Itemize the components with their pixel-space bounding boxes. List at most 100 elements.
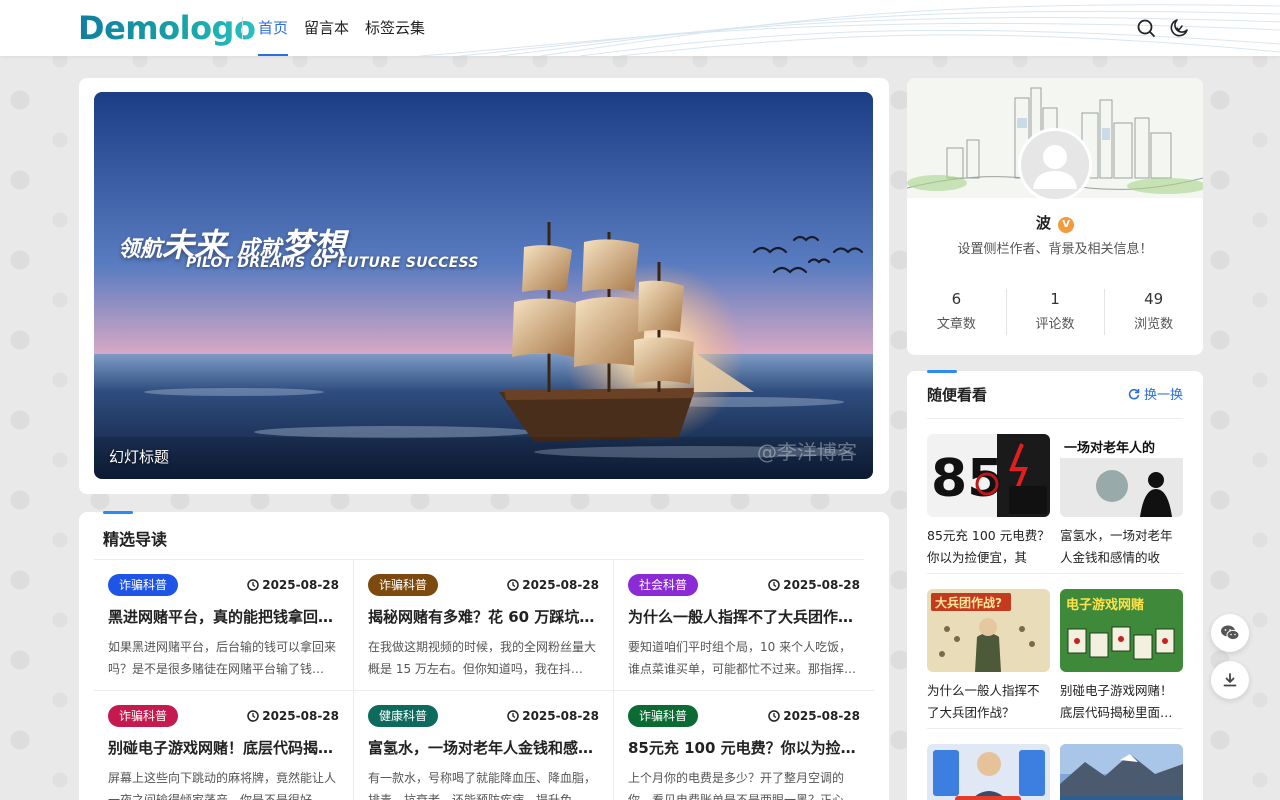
category-badge[interactable]: 诈骗科普 — [368, 574, 439, 596]
post-title[interactable]: 为什么一般人指挥不了大兵团作战？ — [927, 680, 1050, 724]
main-nav: 首页 留言本 标签云集 — [258, 0, 425, 56]
clock-icon — [507, 710, 519, 722]
category-badge[interactable]: 诈骗科普 — [108, 705, 179, 727]
section-accent — [927, 370, 957, 373]
category-badge[interactable]: 社会科普 — [628, 574, 699, 596]
thumbnail-image — [1060, 744, 1183, 800]
post-title[interactable]: 富氢水，一场对老年人金钱和感情… — [368, 737, 599, 758]
refresh-label: 换一换 — [1143, 388, 1183, 403]
post-title[interactable]: 揭秘网赌有多难？花 60 万踩坑… — [368, 606, 599, 627]
slider-card: 领航未来 成就梦想 PILOT DREAMS OF FUTURE SUCCESS… — [79, 78, 889, 494]
post-thumbnail[interactable] — [1060, 744, 1183, 800]
post-date: 2025-08-28 — [507, 709, 599, 723]
stat-label: 浏览数 — [1134, 317, 1174, 332]
section-title: 精选导读 — [103, 530, 168, 549]
thumbnail-image: 揭秘 — [927, 744, 1050, 800]
featured-item[interactable]: 社会科普 2025-08-28 为什么一般人指挥不了大兵团作战？ 要知道咱们平时… — [614, 560, 874, 691]
user-icon — [1021, 131, 1089, 199]
avatar[interactable] — [1018, 128, 1092, 202]
stat-value: 6 — [951, 290, 962, 308]
featured-item[interactable]: 诈骗科普 2025-08-28 黑进网赌平台，真的能把钱拿回来吗？ 如果黑进网赌… — [94, 560, 354, 691]
random-post[interactable]: 一场对老年人的 富氢水，一场对老年人金钱和感情的收割… — [1060, 434, 1183, 569]
post-title[interactable]: 85元充 100 元电费？你以为捡便宜… — [628, 737, 860, 758]
nav-tag-cloud[interactable]: 标签云集 — [365, 0, 425, 56]
refresh-button[interactable]: 换一换 — [1128, 384, 1183, 403]
slider[interactable]: 领航未来 成就梦想 PILOT DREAMS OF FUTURE SUCCESS… — [94, 92, 873, 479]
random-post[interactable] — [1060, 744, 1183, 800]
section-title: 随便看看 — [927, 386, 988, 404]
featured-item[interactable]: 诈骗科普 2025-08-28 揭秘网赌有多难？花 60 万踩坑… 在我做这期视… — [354, 560, 614, 691]
category-badge[interactable]: 诈骗科普 — [108, 574, 179, 596]
post-thumbnail[interactable]: 一场对老年人的 — [1060, 434, 1183, 517]
category-badge[interactable]: 健康科普 — [368, 705, 439, 727]
divider — [927, 418, 1183, 419]
post-date-text: 2025-08-28 — [522, 709, 599, 723]
divider — [927, 728, 1183, 729]
random-post[interactable]: 揭秘 — [927, 744, 1050, 800]
stat-comments: 1 评论数 — [1005, 289, 1105, 335]
featured-item[interactable]: 诈骗科普 2025-08-28 别碰电子游戏网赌！底层代码揭秘… 屏幕上这些向下… — [94, 691, 354, 800]
wechat-button[interactable] — [1211, 614, 1249, 652]
thumbnail-text: 85 — [931, 449, 1003, 509]
post-date: 2025-08-28 — [507, 578, 599, 592]
post-title[interactable]: 85元充 100 元电费？你以为捡便宜，其实… — [927, 525, 1050, 569]
post-thumbnail[interactable]: 电子游戏网赌 — [1060, 589, 1183, 672]
stat-value: 1 — [1050, 290, 1060, 308]
thumbnail-image: 大兵团作战? — [927, 589, 1050, 672]
thumbnail-image: 一场对老年人的 — [1060, 434, 1183, 517]
thumbnail-text: 一场对老年人的 — [1064, 440, 1155, 456]
post-date: 2025-08-28 — [768, 709, 860, 723]
dark-mode-icon[interactable] — [1168, 17, 1190, 39]
random-posts: 随便看看 换一换 85 85元充 100 元电费？你以为捡便宜，其实… — [907, 370, 1203, 800]
category-badge[interactable]: 诈骗科普 — [628, 705, 699, 727]
random-post[interactable]: 大兵团作战? 为什么一般人指挥不了大兵团作战？ — [927, 589, 1050, 724]
thumbnail-image: 85 — [927, 434, 1050, 517]
download-button[interactable] — [1211, 661, 1249, 699]
thumbnail-text: 电子游戏网赌 — [1066, 597, 1144, 613]
wechat-icon — [1221, 625, 1240, 641]
divider — [927, 573, 1183, 574]
random-post[interactable]: 电子游戏网赌 别碰电子游戏网赌！底层代码揭秘里面… — [1060, 589, 1183, 724]
slide-english-tagline: PILOT DREAMS OF FUTURE SUCCESS — [186, 255, 479, 271]
section-accent — [103, 511, 133, 514]
stat-views: 49 浏览数 — [1104, 289, 1203, 335]
slide-title[interactable]: 幻灯标题 — [109, 446, 169, 467]
slide-image — [94, 92, 873, 479]
post-date: 2025-08-28 — [247, 578, 339, 592]
post-date-text: 2025-08-28 — [262, 578, 339, 592]
post-date-text: 2025-08-28 — [783, 578, 860, 592]
nav-guestbook[interactable]: 留言本 — [304, 0, 349, 56]
post-date-text: 2025-08-28 — [262, 709, 339, 723]
post-thumbnail[interactable]: 85 — [927, 434, 1050, 517]
post-title[interactable]: 别碰电子游戏网赌！底层代码揭秘… — [108, 737, 339, 758]
featured-item[interactable]: 健康科普 2025-08-28 富氢水，一场对老年人金钱和感情… 有一款水，号称… — [354, 691, 614, 800]
clock-icon — [768, 579, 780, 591]
post-date: 2025-08-28 — [247, 709, 339, 723]
post-thumbnail[interactable]: 揭秘 — [927, 744, 1050, 800]
nav-home[interactable]: 首页 — [258, 0, 289, 56]
clock-icon — [247, 710, 259, 722]
post-excerpt: 在我做这期视频的时候，我的全网粉丝量大概是 15 万左右。但你知道吗，我在抖… — [368, 640, 597, 676]
search-icon[interactable] — [1135, 17, 1157, 39]
site-logo[interactable]: Demologo — [78, 8, 256, 48]
featured-item[interactable]: 诈骗科普 2025-08-28 85元充 100 元电费？你以为捡便宜… 上个月… — [614, 691, 874, 800]
post-title[interactable]: 富氢水，一场对老年人金钱和感情的收割… — [1060, 525, 1183, 569]
author-card: 波 V 设置侧栏作者、背景及相关信息！ 6 文章数 1 评论数 49 浏览数 — [907, 78, 1203, 355]
download-icon — [1223, 673, 1237, 687]
post-title[interactable]: 黑进网赌平台，真的能把钱拿回来吗？ — [108, 606, 339, 627]
random-post[interactable]: 85 85元充 100 元电费？你以为捡便宜，其实… — [927, 434, 1050, 569]
site-header: Demologo 首页 留言本 标签云集 — [0, 0, 1280, 56]
slide-headline-part: 领航 — [118, 237, 163, 262]
stat-value: 49 — [1144, 290, 1164, 308]
post-title[interactable]: 别碰电子游戏网赌！底层代码揭秘里面… — [1060, 680, 1183, 724]
clock-icon — [768, 710, 780, 722]
author-name: 波 V — [907, 212, 1203, 233]
post-thumbnail[interactable]: 大兵团作战? — [927, 589, 1050, 672]
post-excerpt: 屏幕上这些向下跳动的麻将牌，竟然能让人一夜之间输得倾家荡产，你是不是很好… — [108, 771, 337, 800]
thumbnail-text: 大兵团作战? — [935, 595, 1002, 610]
stat-label: 评论数 — [1035, 317, 1075, 332]
refresh-icon — [1128, 388, 1140, 399]
author-stats: 6 文章数 1 评论数 49 浏览数 — [907, 289, 1203, 335]
post-date-text: 2025-08-28 — [522, 578, 599, 592]
post-title[interactable]: 为什么一般人指挥不了大兵团作战？ — [628, 606, 860, 627]
